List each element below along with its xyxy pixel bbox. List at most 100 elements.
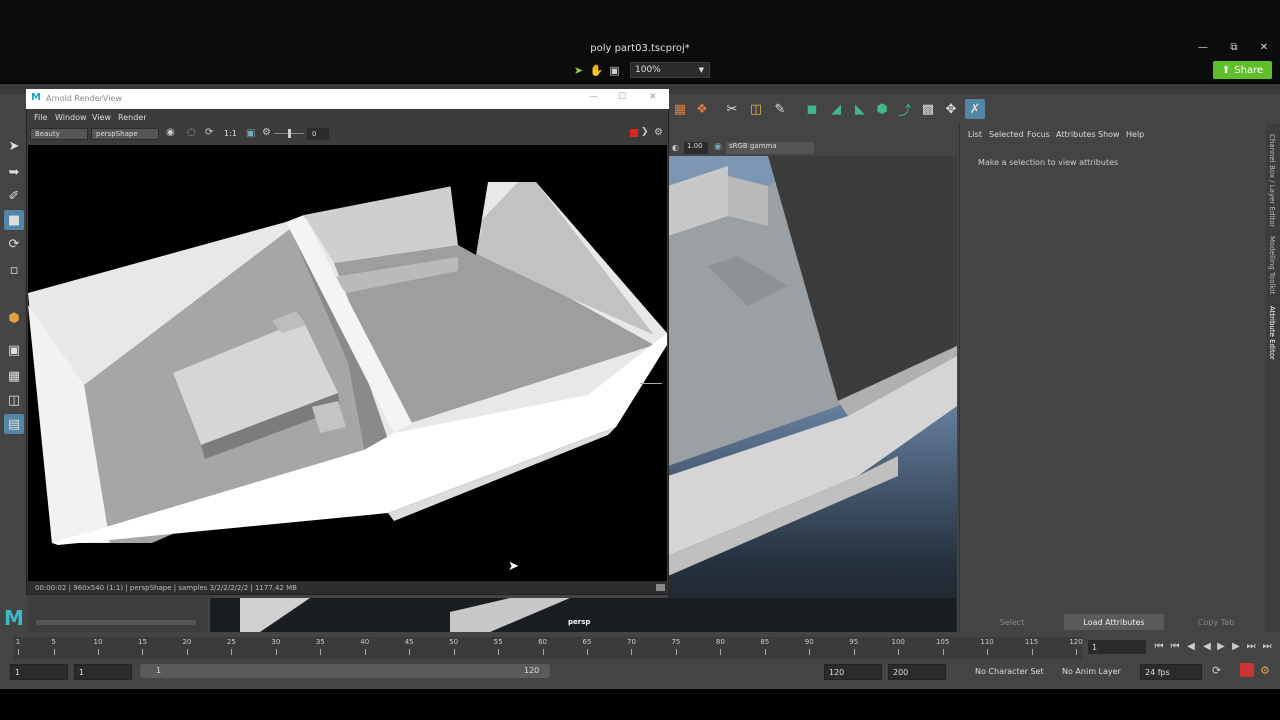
gamma-field[interactable]: 1.00 [684,142,708,154]
multicut-icon[interactable]: ✎ [770,99,790,119]
crop-tool-icon[interactable]: ▣ [607,63,622,78]
step-back-key-icon[interactable]: ⏮ [1168,641,1182,652]
select-arrow-icon[interactable]: ➤ [4,136,24,156]
ae-menu-help[interactable]: Help [1126,130,1144,139]
ae-menu-show[interactable]: Show [1098,130,1120,139]
pan-tool-icon[interactable]: ✋ [589,63,604,78]
bevel-icon[interactable]: ◢ [826,99,846,119]
timeline-track[interactable]: 1 5 10 15 20 25 30 35 40 45 50 55 60 65 70 75 80 85 90 95 10… [14,637,1083,659]
exposure-field[interactable]: 0 [307,128,329,140]
play-forward-icon[interactable]: ▶ [1214,641,1228,652]
fps-dropdown[interactable]: 24 fps [1140,664,1202,680]
ae-menu-list[interactable]: List [968,130,982,139]
step-back-icon[interactable]: ◀ [1184,641,1198,652]
character-set-dropdown[interactable]: No Character Set [975,667,1044,676]
arnold-menu-view[interactable]: View [92,113,111,122]
scene-start-field[interactable]: 1 [10,664,68,680]
camera-dropdown[interactable]: perspShape [91,128,159,140]
ae-copy-tab-button[interactable]: Copy Tab [1166,614,1266,630]
split-handle[interactable] [640,383,662,384]
merge-icon[interactable]: ⤴ [895,99,915,119]
perspective-viewport[interactable] [668,156,957,631]
playback-end-field[interactable]: 120 [824,664,882,680]
upload-icon: ⬆ [1221,64,1231,76]
step-forward-key-icon[interactable]: ⏭ [1244,641,1258,652]
share-button[interactable]: ⬆ Share [1213,61,1272,79]
preferences-icon[interactable]: ⚙ [1260,664,1270,677]
outliner-layout-icon[interactable]: ▤ [4,414,24,434]
four-view-icon[interactable]: ▦ [4,366,24,386]
grid-icon[interactable]: ▦ [670,99,690,119]
pointer-tool-icon[interactable]: ➤ [571,63,586,78]
horizontal-scrollbar[interactable] [36,620,196,625]
ae-menu-focus[interactable]: Focus [1027,130,1050,139]
scene-end-field[interactable]: 200 [888,664,946,680]
aov-dropdown[interactable]: Beauty [30,128,88,140]
go-to-start-icon[interactable]: ⏮ [1152,641,1166,652]
snapshot-icon[interactable] [656,584,665,591]
range-slider[interactable]: 1 120 [140,664,550,678]
settings-gear-icon[interactable]: ⚙ [654,127,663,138]
two-view-icon[interactable]: ◫ [4,390,24,410]
tab-attribute-editor[interactable]: Attribute Editor [1268,306,1276,360]
arnold-titlebar[interactable] [26,89,669,109]
scale-tool-icon[interactable]: ▫ [4,260,24,280]
rotate-tool-icon[interactable]: ⟳ [4,234,24,254]
exposure-icon[interactable]: ◐ [672,143,679,152]
tab-channel-box[interactable]: Channel Box / Layer Editor [1268,134,1276,227]
ae-menu-selected[interactable]: Selected [989,130,1024,139]
tab-modelling-toolkit[interactable]: Modelling Toolkit [1268,236,1276,294]
fit-view-icon[interactable]: ◉ [166,127,175,138]
colorspace-dropdown[interactable]: sRGB gamma [726,142,814,154]
timeline-tick-label: 105 [935,638,950,646]
exposure-slider-handle[interactable] [288,129,291,138]
cube-icon[interactable]: ⬢ [4,308,24,328]
arnold-menu-render[interactable]: Render [118,113,146,122]
close-icon[interactable]: ✕ [1257,42,1271,53]
timeline-tick-label: 65 [582,638,592,646]
cut-icon[interactable]: ✂ [722,99,742,119]
arnold-menu-window[interactable]: Window [55,113,87,122]
timeline-tick-label: 45 [404,638,414,646]
timeline-tick [364,649,366,655]
region-icon[interactable]: ▣ [246,128,255,139]
ratio-label[interactable]: 1:1 [224,129,237,138]
symmetry-icon[interactable]: ✥ [941,99,961,119]
lasso-icon[interactable]: ➥ [4,162,24,182]
step-forward-icon[interactable]: ▶ [1229,641,1243,652]
exposure-gear-icon[interactable]: ⚙ [262,127,271,138]
insert-loop-icon[interactable]: ◫ [746,99,766,119]
crop-region-icon[interactable]: ◌ [187,127,196,138]
timeline-tick-label: 40 [360,638,370,646]
ipr-icon[interactable]: ❯ [641,127,649,137]
paint-select-icon[interactable]: ✐ [4,186,24,206]
restore-icon[interactable]: ⧉ [1227,42,1241,53]
stop-render-icon[interactable] [630,129,638,137]
autokey-icon[interactable] [1240,663,1254,677]
select-tool-icon[interactable]: ▩ [918,99,938,119]
go-to-end-icon[interactable]: ⏭ [1260,641,1274,652]
loop-icon[interactable]: ⟳ [1212,664,1221,677]
refresh-icon[interactable]: ⟳ [205,127,213,138]
arnold-close-icon[interactable]: ✕ [649,92,657,102]
mirror-icon[interactable]: ✗ [965,99,985,119]
ae-menu-attributes[interactable]: Attributes [1056,130,1096,139]
project-title: poly part03.tscproj* [590,43,690,54]
minimize-icon[interactable]: — [1196,42,1210,53]
current-frame-field[interactable]: 1 [1088,640,1146,654]
zoom-dropdown[interactable]: 100% ▼ [630,62,710,78]
ae-select-button[interactable]: Select [962,614,1062,630]
append-icon[interactable]: ⬢ [872,99,892,119]
playback-start-field[interactable]: 1 [74,664,132,680]
arnold-menu-file[interactable]: File [34,113,47,122]
bridge-icon[interactable]: ◣ [850,99,870,119]
arnold-minimize-icon[interactable]: — [589,92,598,102]
move-tool-icon[interactable]: ■ [4,210,24,230]
play-backwards-icon[interactable]: ◀ [1200,641,1214,652]
ae-load-attributes-button[interactable]: Load Attributes [1064,614,1164,630]
single-view-icon[interactable]: ▣ [4,340,24,360]
anim-layer-dropdown[interactable]: No Anim Layer [1062,667,1121,676]
snap-icon[interactable]: ❖ [692,99,712,119]
arnold-maximize-icon[interactable]: ☐ [618,92,626,102]
extrude-icon[interactable]: ◼ [802,99,822,119]
